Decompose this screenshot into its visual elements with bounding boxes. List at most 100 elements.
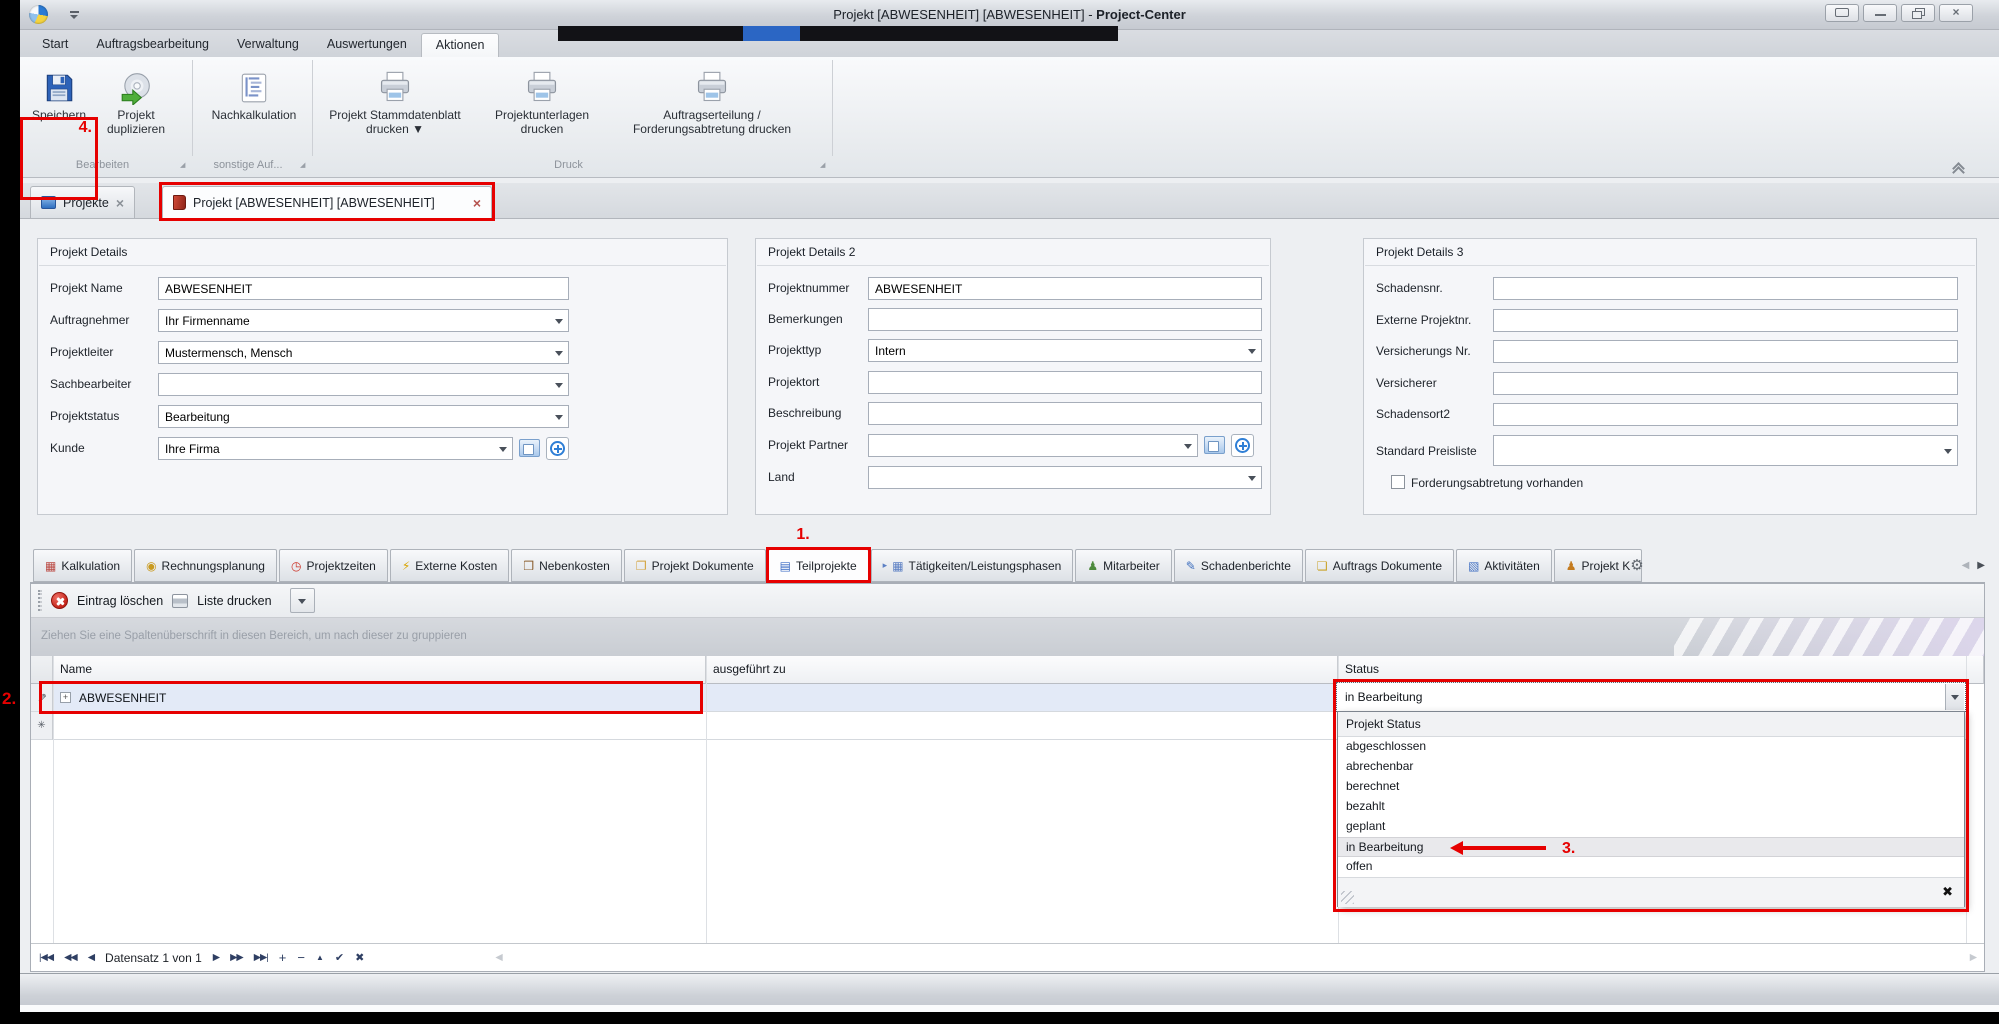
- new-row-cell-name[interactable]: [53, 712, 706, 740]
- ribbon-collapse-icon[interactable]: [1954, 161, 1963, 170]
- option-abgeschlossen[interactable]: abgeschlossen: [1338, 737, 1964, 757]
- new-row-cell-ausgefuehrt-zu[interactable]: [706, 712, 1338, 740]
- ribbon-tab-auftragsbearbeitung[interactable]: Auftragsbearbeitung: [82, 33, 223, 57]
- lookup-card-icon[interactable]: [1204, 436, 1225, 454]
- cell-name[interactable]: + ABWESENHEIT: [53, 684, 706, 712]
- dialog-launcher-icon[interactable]: ◢: [300, 161, 305, 169]
- resize-grip-icon[interactable]: [1341, 891, 1354, 904]
- tab-schadenberichte[interactable]: ✎Schadenberichte: [1174, 549, 1303, 582]
- kunde-combo[interactable]: Ihre Firma: [158, 437, 513, 460]
- close-button[interactable]: ×: [1939, 4, 1973, 22]
- tab-kalkulation[interactable]: ▦Kalkulation: [33, 549, 132, 582]
- tab-rechnungsplanung[interactable]: ◉Rechnungsplanung: [134, 549, 277, 582]
- status-dropdown-button[interactable]: [1945, 684, 1964, 710]
- option-geplant[interactable]: geplant: [1338, 817, 1964, 837]
- tab-mitarbeiter[interactable]: ♟Mitarbeiter: [1075, 549, 1171, 582]
- ribbon-tab-aktionen[interactable]: Aktionen: [421, 33, 500, 57]
- chevron-down-icon[interactable]: [1248, 349, 1256, 354]
- versicherungs-nr-input[interactable]: [1493, 340, 1958, 363]
- tab-scroll-left-icon[interactable]: ◀: [1962, 560, 1970, 571]
- column-header-name[interactable]: Name: [53, 656, 706, 684]
- projektort-input[interactable]: [868, 371, 1262, 394]
- dialog-launcher-icon[interactable]: ◢: [820, 161, 825, 169]
- projekttyp-combo[interactable]: Intern: [868, 339, 1262, 362]
- projektleiter-combo[interactable]: Mustermensch, Mensch: [158, 341, 569, 364]
- gear-icon[interactable]: ⚙: [1630, 556, 1643, 574]
- nav-next-page-icon[interactable]: ▶▶: [230, 952, 243, 963]
- add-kunde-button[interactable]: [546, 437, 569, 460]
- hscroll-right-icon[interactable]: ▶: [1970, 952, 1976, 963]
- option-bezahlt[interactable]: bezahlt: [1338, 797, 1964, 817]
- chevron-down-icon[interactable]: [555, 351, 563, 356]
- chevron-down-icon[interactable]: [555, 319, 563, 324]
- versicherer-input[interactable]: [1493, 372, 1958, 395]
- hscroll-left-icon[interactable]: ◀: [495, 952, 501, 963]
- projekt-partner-combo[interactable]: [868, 434, 1198, 457]
- nav-last-icon[interactable]: ▶▶|: [254, 952, 268, 963]
- tab-projekt-dokumente[interactable]: ❐Projekt Dokumente: [624, 549, 766, 582]
- standard-preisliste-combo[interactable]: [1493, 435, 1958, 466]
- schadensort2-input[interactable]: [1493, 403, 1958, 426]
- option-in-bearbeitung[interactable]: in Bearbeitung 3.: [1338, 837, 1964, 857]
- forderungsabtretung-checkbox[interactable]: [1391, 475, 1405, 489]
- add-partner-button[interactable]: [1231, 434, 1254, 457]
- print-projektunterlagen-button[interactable]: Projektunterlagen drucken: [478, 59, 606, 136]
- toolbar-dropdown-button[interactable]: [290, 588, 315, 613]
- lookup-card-icon[interactable]: [519, 439, 540, 457]
- print-auftragserteilung-button[interactable]: Auftragserteilung / Forderungsabtretung …: [612, 59, 812, 136]
- auftragnehmer-combo[interactable]: Ihr Firmenname: [158, 309, 569, 332]
- ribbon-tab-verwaltung[interactable]: Verwaltung: [223, 33, 313, 57]
- tab-scroll-right-icon[interactable]: ▶: [1977, 560, 1985, 571]
- sachbearbeiter-combo[interactable]: [158, 373, 569, 396]
- tab-projekt-abwesenheit[interactable]: Projekt [ABWESENHEIT] [ABWESENHEIT] ×: [162, 186, 492, 219]
- chevron-down-icon[interactable]: [499, 447, 507, 452]
- projekt-name-input[interactable]: ABWESENHEIT: [158, 277, 569, 300]
- cell-ausgefuehrt-zu[interactable]: [706, 684, 1338, 712]
- tab-close-icon[interactable]: ×: [473, 197, 481, 209]
- nav-delete-icon[interactable]: −: [297, 950, 305, 965]
- nav-prev-icon[interactable]: ◀: [88, 952, 94, 963]
- save-button[interactable]: Speichern: [24, 59, 94, 122]
- tab-projekte[interactable]: Projekte ×: [30, 186, 135, 219]
- projektstatus-combo[interactable]: Bearbeitung: [158, 405, 569, 428]
- externe-projektnr-input[interactable]: [1493, 309, 1958, 332]
- tab-auftrags-dokumente[interactable]: ❏Auftrags Dokumente: [1305, 549, 1454, 582]
- nav-post-icon[interactable]: ✔: [335, 951, 344, 964]
- land-combo[interactable]: [868, 466, 1262, 489]
- chevron-down-icon[interactable]: [1248, 476, 1256, 481]
- restore-button[interactable]: [1901, 4, 1935, 22]
- print-list-button[interactable]: Liste drucken: [197, 594, 271, 608]
- duplicate-project-button[interactable]: Projekt duplizieren: [98, 59, 174, 136]
- column-header-status[interactable]: Status: [1338, 656, 1984, 684]
- tab-aktivitaeten[interactable]: ▧Aktivitäten: [1456, 549, 1552, 582]
- chevron-down-icon[interactable]: [1944, 449, 1952, 454]
- chevron-down-icon[interactable]: [555, 383, 563, 388]
- tab-close-icon[interactable]: ×: [116, 197, 124, 209]
- status-editor[interactable]: in Bearbeitung: [1337, 683, 1965, 711]
- nav-append-icon[interactable]: +: [279, 950, 287, 965]
- option-abrechenbar[interactable]: abrechenbar: [1338, 757, 1964, 777]
- option-offen[interactable]: offen: [1338, 857, 1964, 877]
- tab-nebenkosten[interactable]: ❒Nebenkosten: [511, 549, 621, 582]
- nav-first-icon[interactable]: |◀◀: [39, 952, 53, 963]
- nachkalkulation-button[interactable]: Nachkalkulation: [200, 59, 308, 122]
- tab-projektzeiten[interactable]: ◷Projektzeiten: [279, 549, 388, 582]
- tab-externe-kosten[interactable]: ⚡Externe Kosten: [390, 549, 510, 582]
- column-header-ausgefuehrt-zu[interactable]: ausgeführt zu: [706, 656, 1338, 684]
- bemerkungen-input[interactable]: [868, 308, 1262, 331]
- chevron-down-icon[interactable]: [555, 415, 563, 420]
- group-by-bar[interactable]: Ziehen Sie eine Spaltenüberschrift in di…: [31, 618, 1984, 656]
- toolbar-grip[interactable]: [38, 590, 42, 611]
- tab-teilprojekte[interactable]: ▤Teilprojekte 1.: [768, 549, 869, 582]
- minimize-button[interactable]: [1863, 4, 1897, 22]
- delete-entry-button[interactable]: Eintrag löschen: [77, 594, 163, 608]
- print-stammdatenblatt-button[interactable]: Projekt Stammdatenblatt drucken ▼: [316, 59, 474, 136]
- beschreibung-input[interactable]: [868, 402, 1262, 425]
- nav-edit-icon[interactable]: ▲: [316, 953, 324, 962]
- option-berechnet[interactable]: berechnet: [1338, 777, 1964, 797]
- clear-icon[interactable]: ✖: [1942, 884, 1953, 900]
- screenshot-button[interactable]: [1825, 4, 1859, 22]
- chevron-down-icon[interactable]: [1184, 444, 1192, 449]
- tab-projekt-k[interactable]: ♟Projekt K: [1554, 549, 1642, 582]
- dialog-launcher-icon[interactable]: ◢: [180, 161, 185, 169]
